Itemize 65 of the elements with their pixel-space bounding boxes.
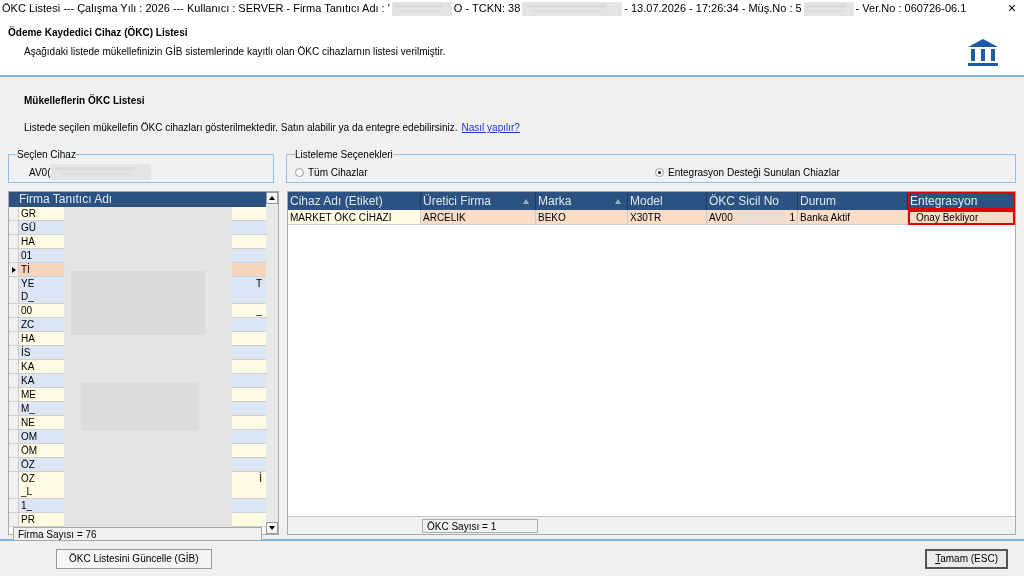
list-cell-text: KA [21, 360, 36, 373]
redaction-overlay [803, 1, 854, 16]
ok-button[interactable]: Tamam (ESC) [925, 548, 1008, 569]
scroll-up-icon[interactable] [266, 192, 278, 204]
window-title: ÖKC Listesi --- Çalışma Yılı : 2026 --- Kullanıcı : SERVER - Firma Tanıtıcı Adı : ' [1, 1, 391, 17]
list-cell-text: HA [21, 235, 36, 248]
table-cell: MARKET ÖKC CİHAZI [288, 210, 421, 225]
list-cell-text: _ [256, 304, 263, 317]
window-title: O - TCKN: 38 [452, 1, 522, 17]
list-cell-text: GR [21, 207, 37, 220]
list-cell-text: ÖM [21, 444, 39, 457]
window-title: - 13.07.2026 - 17:26:34 - Müş.No : 5 [623, 1, 803, 17]
list-cell-text: Tİ [21, 263, 31, 276]
list-cell-text: YE [21, 277, 36, 290]
device-count: ÖKC Sayısı = 1 [422, 518, 538, 533]
table-cell: X30TR [628, 210, 707, 225]
sort-icon [615, 198, 621, 204]
scrollbar[interactable] [266, 192, 278, 534]
redaction-overlay [391, 1, 452, 16]
radio-label: Entegrasyon Desteği Sunulan Chiazlar [668, 165, 840, 180]
column-header: Firma Tanıtıcı Adı [9, 192, 266, 207]
list-cell-text: İS [21, 346, 32, 359]
list-cell-text: OM [21, 430, 39, 443]
group-label: Seçlen Cihaz [17, 148, 76, 162]
list-cell-text: 00 [21, 304, 34, 317]
table-cell: Banka Aktif [798, 210, 908, 225]
list-cell-text: 01 [21, 249, 34, 262]
list-cell-text: ÖZ [21, 458, 36, 471]
bank-icon [966, 37, 1000, 67]
sort-icon [523, 198, 529, 204]
close-button[interactable]: × [999, 0, 1024, 19]
radio-button[interactable] [655, 167, 664, 177]
list-cell-text: İ [259, 472, 263, 486]
dialog-title: Ödeme Kaydedici Cihaz (ÖKC) Listesi [8, 25, 189, 40]
radio-label: Tüm Cihazlar [308, 165, 368, 180]
update-list-button[interactable]: ÖKC Listesini Güncelle (GİB) [56, 548, 212, 569]
table-cell: BEKO [536, 210, 628, 225]
scroll-down-icon[interactable] [266, 522, 278, 534]
list-cell-text: PR [21, 513, 36, 526]
list-cell-text: ÖZ [21, 472, 36, 485]
list-cell-text: KA [21, 374, 36, 387]
section-title: Mükelleflerin ÖKC Listesi [24, 93, 146, 108]
dialog-subtitle: Aşağıdaki listede mükellefinizin GİB sistemlerinde kayıtlı olan ÖKC cihazlarnın listesi verilmiştir. [23, 44, 447, 59]
list-cell-text: ME [21, 388, 37, 401]
table-cell: ARCELIK [421, 210, 536, 225]
list-cell-text: HA [21, 332, 36, 345]
window-title: - Ver.No : 060726-06.1 [854, 1, 968, 17]
device-value: AV0( [28, 165, 51, 180]
row-pointer-icon [11, 266, 16, 273]
table-cell: Onay Bekliyor [908, 210, 1015, 225]
radio-button[interactable] [295, 167, 304, 177]
group-label: Listeleme Seçenekleri [295, 148, 393, 162]
list-cell-text: D_ [21, 290, 35, 303]
list-cell-text: 1_ [21, 499, 34, 512]
list-cell-text: GÜ [21, 221, 37, 234]
list-cell-text: _L [21, 485, 34, 498]
list-cell-text: ZC [21, 318, 36, 331]
help-link[interactable]: Nasıl yapılır? [461, 120, 520, 135]
table-cell: AV00 1 [707, 210, 798, 225]
firm-count: Firma Sayısı = 76 [13, 527, 262, 541]
list-cell-text: T [255, 277, 263, 291]
column-header[interactable]: Entegrasyon [908, 192, 1015, 210]
list-cell-text: M_ [21, 402, 36, 415]
list-cell-text: NE [21, 416, 36, 429]
section-description: Listede seçilen mükellefin ÖKC cihazları gösterilmektedir. Satın alabilir ya da entegre edebilirsiniz. [24, 121, 458, 135]
